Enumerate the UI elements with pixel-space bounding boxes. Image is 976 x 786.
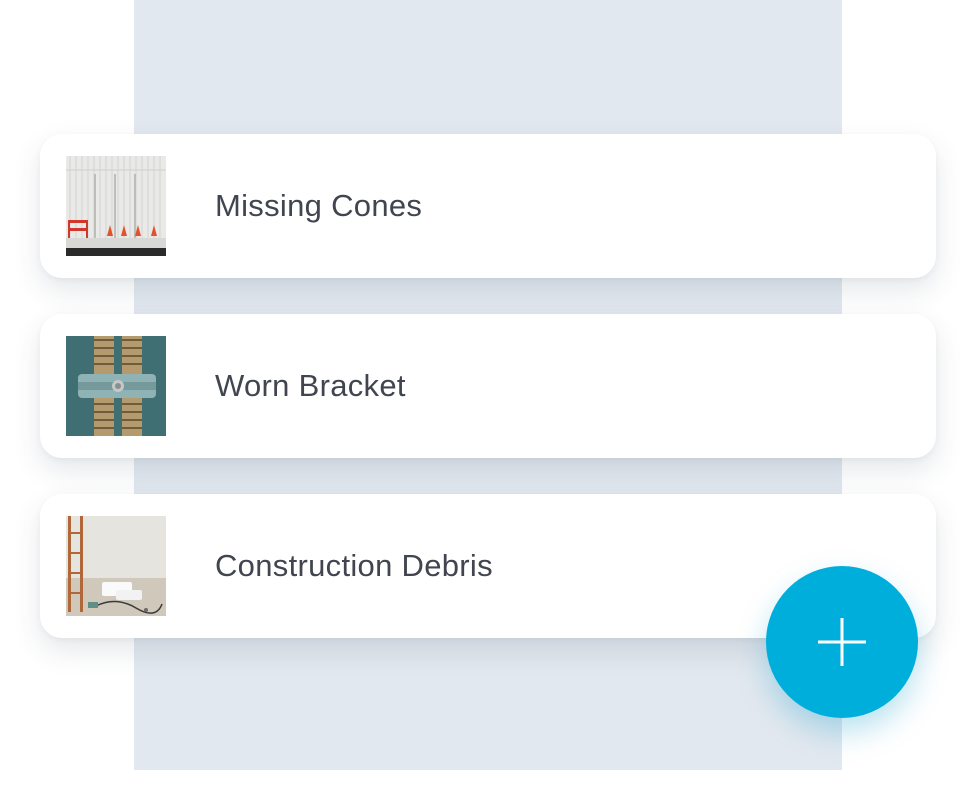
app-screen: Missing Cones Worn Bracket Construction …: [0, 0, 976, 786]
bracket-thumbnail: [66, 336, 166, 436]
plus-icon: [818, 618, 866, 666]
construction-debris-thumbnail: [66, 516, 166, 616]
item-label: Construction Debris: [215, 548, 493, 583]
traffic-cones-thumbnail: [66, 156, 166, 256]
item-label: Missing Cones: [215, 188, 423, 223]
add-item-button[interactable]: [766, 566, 918, 718]
list-item-missing-cones[interactable]: Missing Cones: [40, 134, 936, 278]
item-label: Worn Bracket: [215, 368, 406, 403]
list-item-worn-bracket[interactable]: Worn Bracket: [40, 314, 936, 458]
